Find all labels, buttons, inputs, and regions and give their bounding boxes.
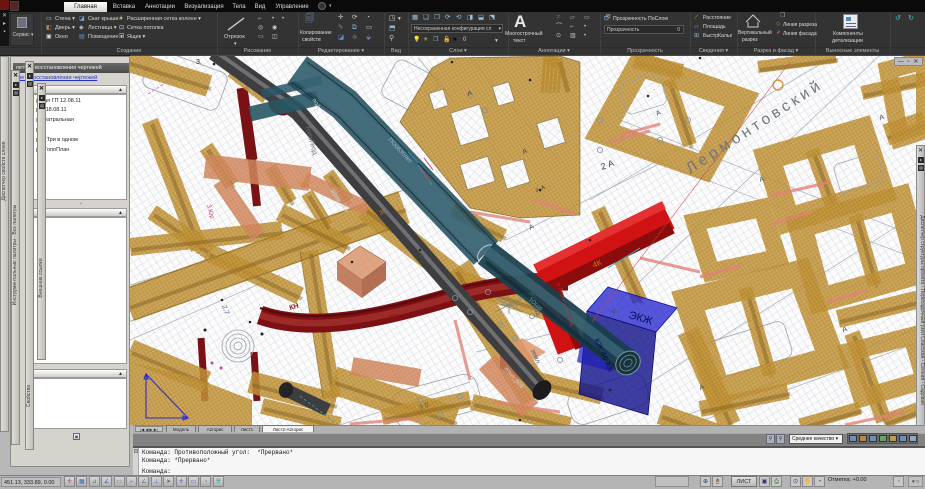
svg-text:3.: 3. [196, 59, 202, 66]
